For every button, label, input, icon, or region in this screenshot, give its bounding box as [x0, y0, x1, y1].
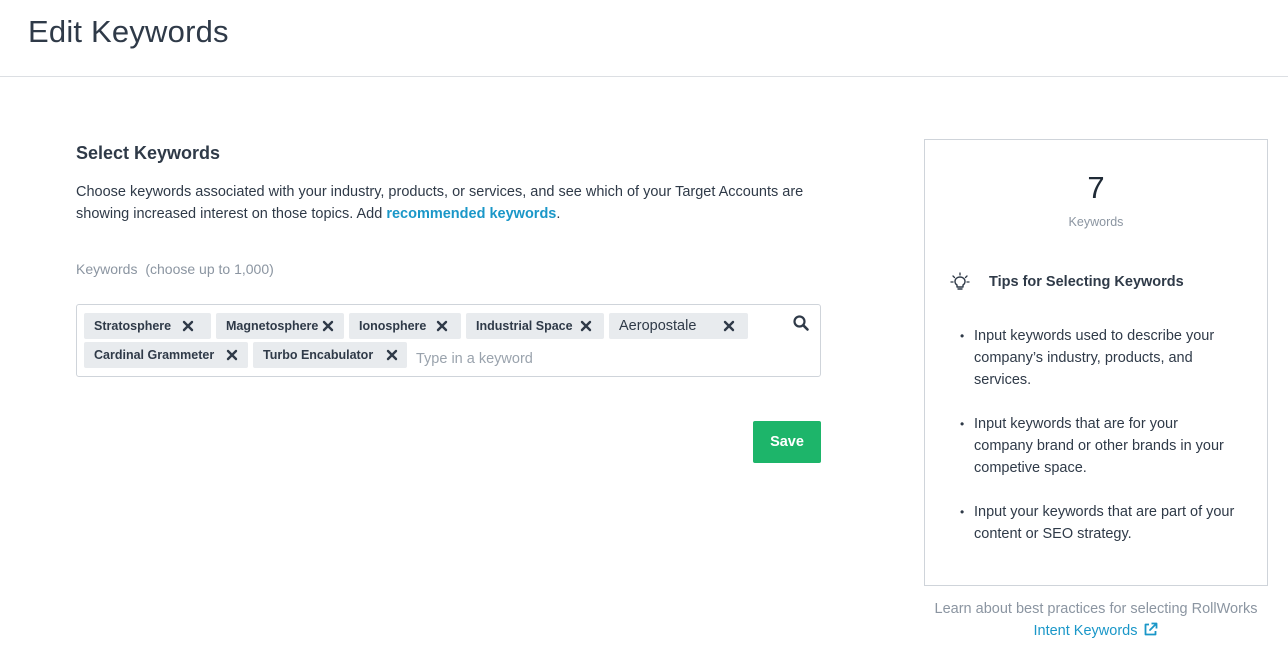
keyword-tag: Ionosphere: [349, 313, 461, 339]
close-icon[interactable]: [320, 318, 336, 334]
keyword-tag: Industrial Space: [466, 313, 604, 339]
keyword-tag: Turbo Encabulator: [253, 342, 407, 368]
keyword-tag: Stratosphere: [84, 313, 211, 339]
keyword-tag-label: Stratosphere: [94, 319, 172, 333]
keyword-tag-label: Industrial Space: [476, 319, 573, 333]
keyword-tag-label: Turbo Encabulator: [263, 348, 374, 362]
close-icon[interactable]: [434, 318, 450, 334]
learn-more-text: Learn about best practices for selecting…: [924, 598, 1268, 642]
keyword-tag: Magnetosphere: [216, 313, 344, 339]
close-icon[interactable]: [180, 318, 196, 334]
description: Choose keywords associated with your ind…: [76, 181, 821, 225]
description-end: .: [556, 206, 561, 222]
keyword-tag-input[interactable]: Stratosphere Magnetosphere Ionosphere In…: [76, 304, 821, 377]
close-icon[interactable]: [224, 347, 240, 363]
learn-more-label: Learn about best practices for selecting…: [934, 601, 1258, 617]
keyword-tag-label: Cardinal Grammeter: [94, 348, 215, 362]
keywords-label: Keywords: [76, 261, 138, 277]
save-button[interactable]: Save: [753, 421, 821, 463]
keywords-field-label: Keywords (choose up to 1,000): [76, 261, 274, 277]
lightbulb-icon: [950, 272, 970, 292]
keyword-count: 7: [1087, 170, 1105, 205]
keyword-input[interactable]: [416, 348, 716, 370]
recommended-keywords-link[interactable]: recommended keywords: [386, 206, 556, 222]
external-link-icon: [1143, 622, 1158, 637]
intent-keywords-link-label: Intent Keywords: [1033, 623, 1138, 639]
tip-item: Input your keywords that are part of you…: [960, 501, 1240, 545]
keyword-tag-label: Magnetosphere: [226, 319, 319, 333]
close-icon[interactable]: [721, 318, 737, 334]
tip-item: Input keywords used to describe your com…: [960, 325, 1240, 391]
keyword-tag-label: Aeropostale: [619, 318, 697, 334]
keyword-count-label: Keywords: [1068, 215, 1124, 229]
keywords-limit-hint: (choose up to 1,000): [145, 261, 274, 277]
keyword-tag: Cardinal Grammeter: [84, 342, 248, 368]
close-icon[interactable]: [578, 318, 594, 334]
page-title: Edit Keywords: [28, 14, 229, 49]
page-header: Edit Keywords: [0, 0, 1288, 77]
tips-list: Input keywords used to describe your com…: [960, 325, 1240, 567]
tips-heading: Tips for Selecting Keywords: [950, 272, 1184, 292]
tip-item: Input keywords that are for your company…: [960, 413, 1240, 479]
section-title: Select Keywords: [76, 143, 221, 163]
keyword-tips-panel: 7 Keywords Tips for Selecting Keywords I…: [924, 139, 1268, 586]
search-icon[interactable]: [792, 314, 810, 332]
close-icon[interactable]: [384, 347, 400, 363]
tips-title: Tips for Selecting Keywords: [989, 274, 1184, 290]
keyword-tag: Aeropostale: [609, 313, 748, 339]
intent-keywords-link[interactable]: Intent Keywords: [1033, 622, 1159, 639]
keyword-tag-label: Ionosphere: [359, 319, 427, 333]
